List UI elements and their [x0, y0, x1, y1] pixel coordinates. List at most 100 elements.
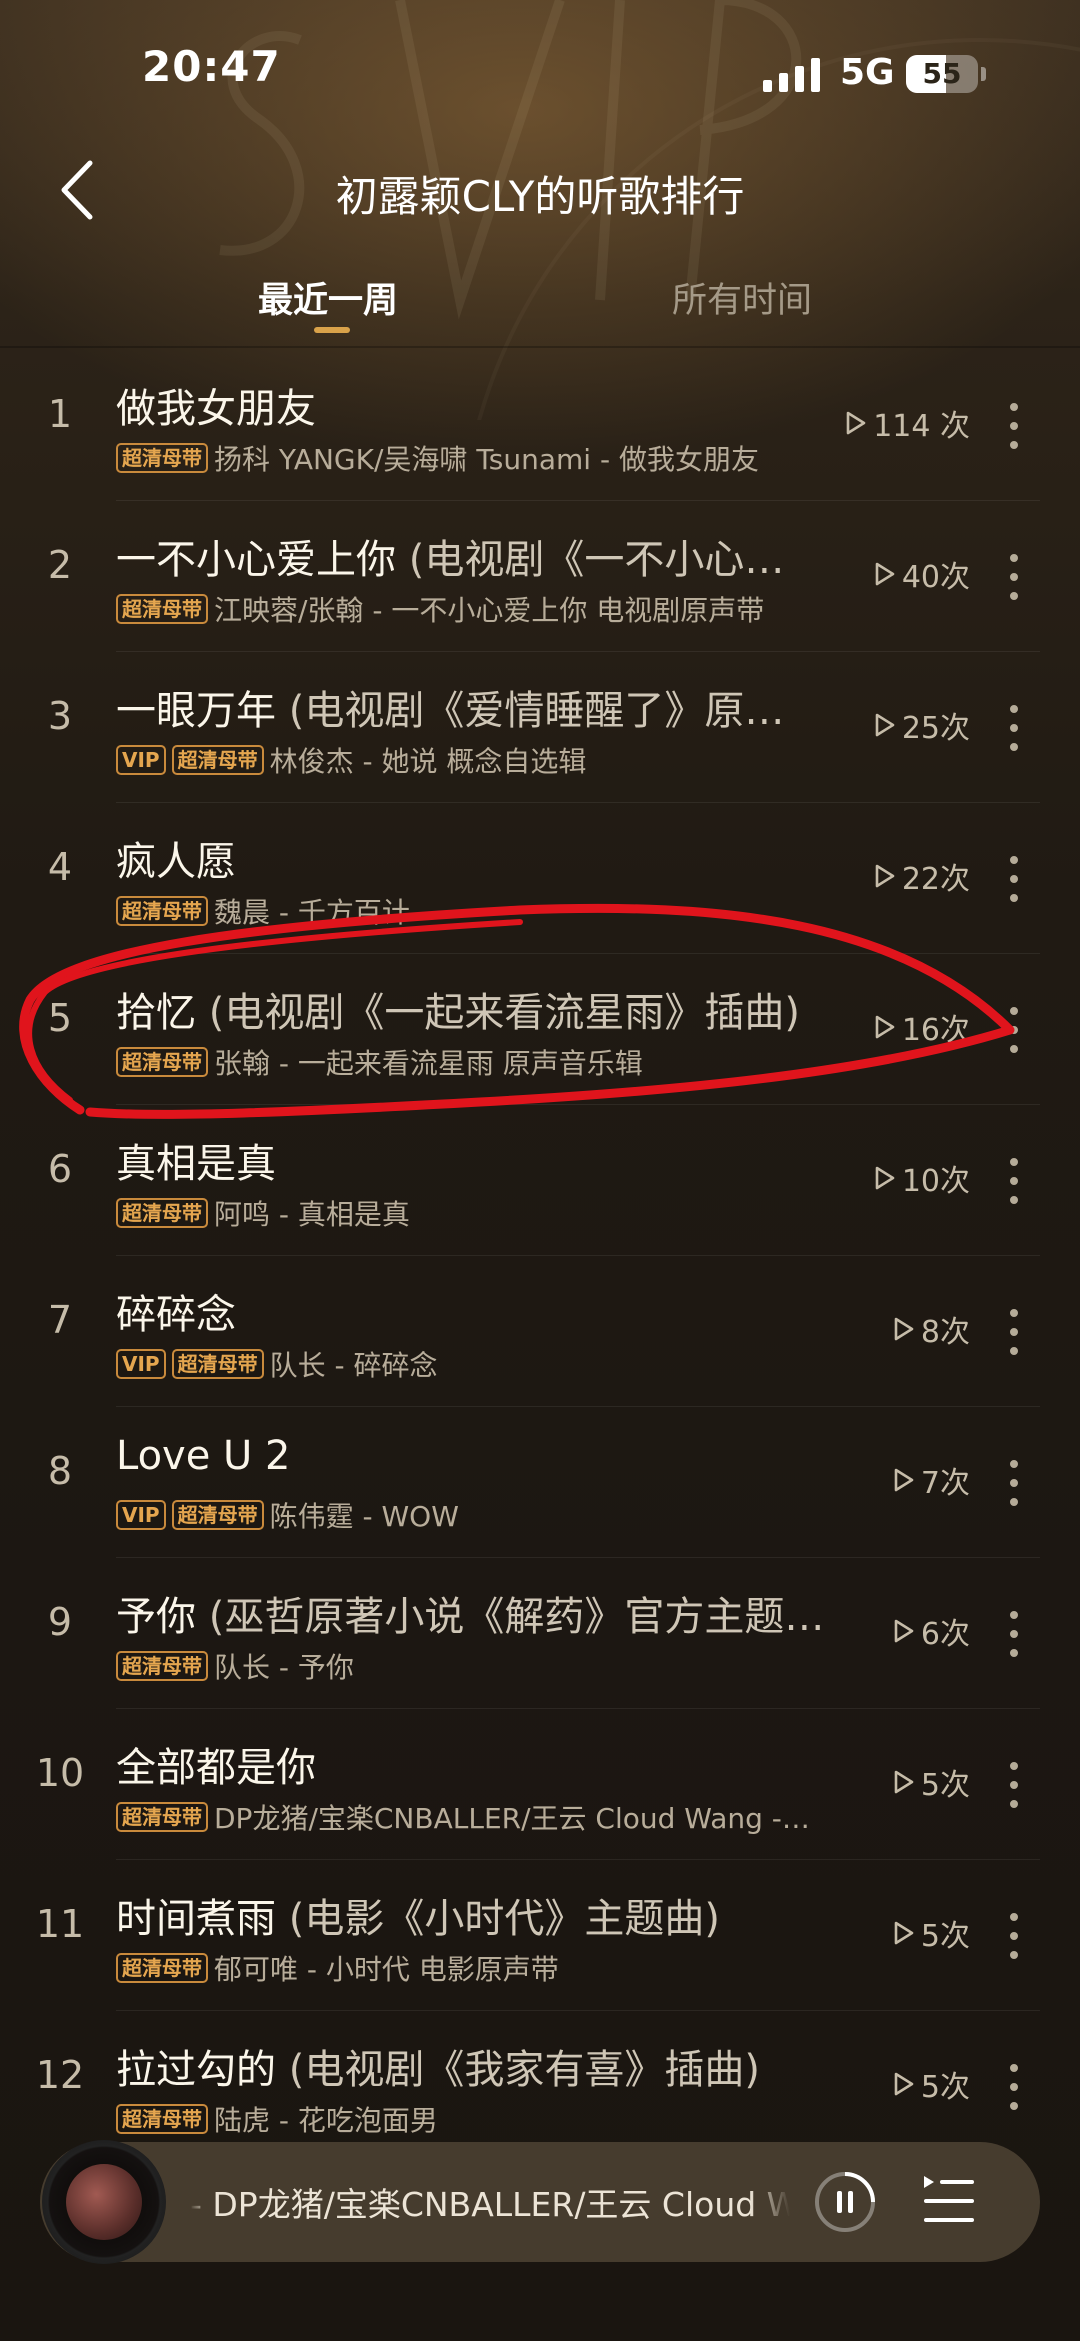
badge-group: VIP 超清母带 — [116, 745, 270, 775]
song-meta: 超清母带 张翰 - 一起来看流星雨 原声音乐辑 — [116, 1042, 856, 1082]
more-options-icon[interactable] — [1000, 1757, 1028, 1813]
song-title: 疯人愿 — [116, 829, 826, 887]
vip-badge: VIP — [116, 745, 166, 775]
song-row[interactable]: 12 拉过勾的 (电视剧《我家有喜》插曲) 超清母带 陆虎 - 花吃泡面男 5次 — [0, 2011, 1080, 2162]
song-rank: 8 — [47, 1449, 73, 1493]
more-options-icon[interactable] — [1000, 549, 1028, 605]
play-count-text: 5次 — [920, 1919, 970, 1954]
more-options-icon[interactable] — [1000, 1455, 1028, 1511]
song-rank: 3 — [47, 694, 73, 738]
song-row[interactable]: 9 予你 (巫哲原著小说《解药》官方主题… 超清母带 队长 - 予你 6次 — [0, 1558, 1080, 1709]
song-row[interactable]: 8 Love U 2 VIP 超清母带 陈伟霆 - WOW 7次 — [0, 1407, 1080, 1558]
song-rank: 1 — [47, 392, 73, 436]
song-meta: 超清母带 江映蓉/张翰 - 一不小心爱上你 电视剧原声带 — [116, 589, 856, 629]
master-quality-badge: 超清母带 — [116, 1953, 208, 1983]
more-options-icon[interactable] — [1000, 1304, 1028, 1360]
more-options-icon[interactable] — [1000, 851, 1028, 907]
song-row[interactable]: 6 真相是真 超清母带 阿鸣 - 真相是真 10次 — [0, 1105, 1080, 1256]
header-divider — [0, 346, 1080, 348]
song-rank: 11 — [35, 1902, 85, 1946]
master-quality-badge: 超清母带 — [116, 2104, 208, 2134]
song-meta: 超清母带 DP龙猪/宝楽CNBALLER/王云 Cloud Wang -… — [116, 1797, 856, 1837]
song-list: 1 做我女朋友 超清母带 扬科 YANGK/吴海啸 Tsunami - 做我女朋友… — [0, 350, 1080, 2162]
play-count-text: 8次 — [920, 1315, 970, 1350]
song-row[interactable]: 7 碎碎念 VIP 超清母带 队长 - 碎碎念 8次 — [0, 1256, 1080, 1407]
song-artist: 张翰 - 一起来看流星雨 原声音乐辑 — [214, 1047, 643, 1080]
tab-all-time[interactable]: 所有时间 — [672, 272, 812, 323]
more-options-icon[interactable] — [1000, 398, 1028, 454]
mini-player[interactable]: - DP龙猪/宝楽CNBALLER/王云 Cloud Wang — [40, 2140, 1040, 2264]
song-title-main: 一不小心爱上你 — [116, 537, 396, 583]
song-rank: 9 — [47, 1600, 73, 1644]
play-count-icon — [846, 411, 866, 435]
badge-group: 超清母带 — [116, 1651, 214, 1681]
song-row[interactable]: 10 全部都是你 超清母带 DP龙猪/宝楽CNBALLER/王云 Cloud Wa… — [0, 1709, 1080, 1860]
status-bar: 20:47 5G 55 — [0, 0, 1080, 140]
vip-badge: VIP — [116, 1349, 166, 1379]
play-count-icon — [875, 1015, 895, 1039]
badge-group: VIP 超清母带 — [116, 1500, 270, 1530]
song-title-suffix: (电视剧《一不小心… — [396, 537, 785, 583]
tab-recent-week[interactable]: 最近一周 — [258, 272, 398, 323]
song-title: 一不小心爱上你 (电视剧《一不小心… — [116, 527, 826, 585]
play-count-icon — [894, 1468, 914, 1492]
song-row[interactable]: 3 一眼万年 (电视剧《爱情睡醒了》原… VIP 超清母带 林俊杰 - 她说 概念自… — [0, 652, 1080, 803]
song-row[interactable]: 5 拾忆 (电视剧《一起来看流星雨》插曲) 超清母带 张翰 - 一起来看流星雨 原… — [0, 954, 1080, 1105]
play-count: 22次 — [874, 854, 970, 898]
song-artist: 林俊杰 - 她说 概念自选辑 — [269, 745, 587, 778]
song-rank: 7 — [47, 1298, 73, 1342]
song-title-main: 碎碎念 — [116, 1292, 236, 1338]
play-count: 7次 — [893, 1458, 970, 1502]
song-title-suffix: (电视剧《一起来看流星雨》插曲) — [196, 990, 800, 1036]
master-quality-badge: 超清母带 — [116, 443, 208, 473]
master-quality-badge: 超清母带 — [171, 745, 264, 775]
song-title-suffix: (电视剧《爱情睡醒了》原… — [276, 688, 785, 734]
song-row[interactable]: 1 做我女朋友 超清母带 扬科 YANGK/吴海啸 Tsunami - 做我女朋友… — [0, 350, 1080, 501]
play-count-text: 22次 — [901, 862, 970, 897]
signal-icon — [763, 58, 820, 92]
song-meta: 超清母带 队长 - 予你 — [116, 1646, 856, 1686]
playlist-icon[interactable] — [920, 2172, 980, 2232]
song-title: 拾忆 (电视剧《一起来看流星雨》插曲) — [116, 980, 826, 1038]
more-options-icon[interactable] — [1000, 700, 1028, 756]
song-row[interactable]: 2 一不小心爱上你 (电视剧《一不小心… 超清母带 江映蓉/张翰 - 一不小心爱上… — [0, 501, 1080, 652]
pause-button[interactable] — [813, 2170, 877, 2234]
more-options-icon[interactable] — [1000, 1908, 1028, 1964]
song-title: 全部都是你 — [116, 1735, 826, 1793]
song-meta: 超清母带 魏晨 - 千方百计 — [116, 891, 856, 931]
song-title: 做我女朋友 — [116, 376, 826, 434]
song-artist: 陆虎 - 花吃泡面男 — [214, 2104, 438, 2137]
song-artist: 队长 - 予你 — [214, 1651, 354, 1684]
more-options-icon[interactable] — [1000, 1153, 1028, 1209]
song-meta: VIP 超清母带 队长 - 碎碎念 — [116, 1344, 856, 1384]
song-row[interactable]: 11 时间煮雨 (电影《小时代》主题曲) 超清母带 郁可唯 - 小时代 电影原声带… — [0, 1860, 1080, 2011]
album-disc[interactable] — [42, 2140, 166, 2264]
more-options-icon[interactable] — [1000, 2059, 1028, 2115]
song-rank: 2 — [47, 543, 73, 587]
play-count: 25次 — [874, 703, 970, 747]
master-quality-badge: 超清母带 — [116, 1802, 208, 1832]
song-title-main: 疯人愿 — [116, 839, 236, 885]
song-meta: VIP 超清母带 林俊杰 - 她说 概念自选辑 — [116, 740, 856, 780]
song-meta: 超清母带 扬科 YANGK/吴海啸 Tsunami - 做我女朋友 — [116, 438, 856, 478]
album-art — [66, 2164, 142, 2240]
more-options-icon[interactable] — [1000, 1002, 1028, 1058]
status-time: 20:47 — [142, 42, 281, 91]
master-quality-badge: 超清母带 — [116, 1198, 208, 1228]
vip-badge: VIP — [116, 1500, 166, 1530]
song-artist: 陈伟霆 - WOW — [269, 1500, 459, 1533]
song-title-main: Love U 2 — [116, 1433, 291, 1479]
play-count-text: 7次 — [920, 1466, 970, 1501]
song-rank: 4 — [47, 845, 73, 889]
song-title: 予你 (巫哲原著小说《解药》官方主题… — [116, 1584, 826, 1642]
song-title: 拉过勾的 (电视剧《我家有喜》插曲) — [116, 2037, 826, 2095]
badge-group: 超清母带 — [116, 1198, 214, 1228]
play-count: 40次 — [874, 552, 970, 596]
song-title-main: 做我女朋友 — [116, 386, 316, 432]
battery-level: 55 — [922, 57, 962, 90]
song-title-suffix: (电影《小时代》主题曲) — [276, 1896, 720, 1942]
active-tab-indicator — [314, 327, 350, 333]
play-count: 5次 — [893, 2062, 970, 2106]
more-options-icon[interactable] — [1000, 1606, 1028, 1662]
song-row[interactable]: 4 疯人愿 超清母带 魏晨 - 千方百计 22次 — [0, 803, 1080, 954]
